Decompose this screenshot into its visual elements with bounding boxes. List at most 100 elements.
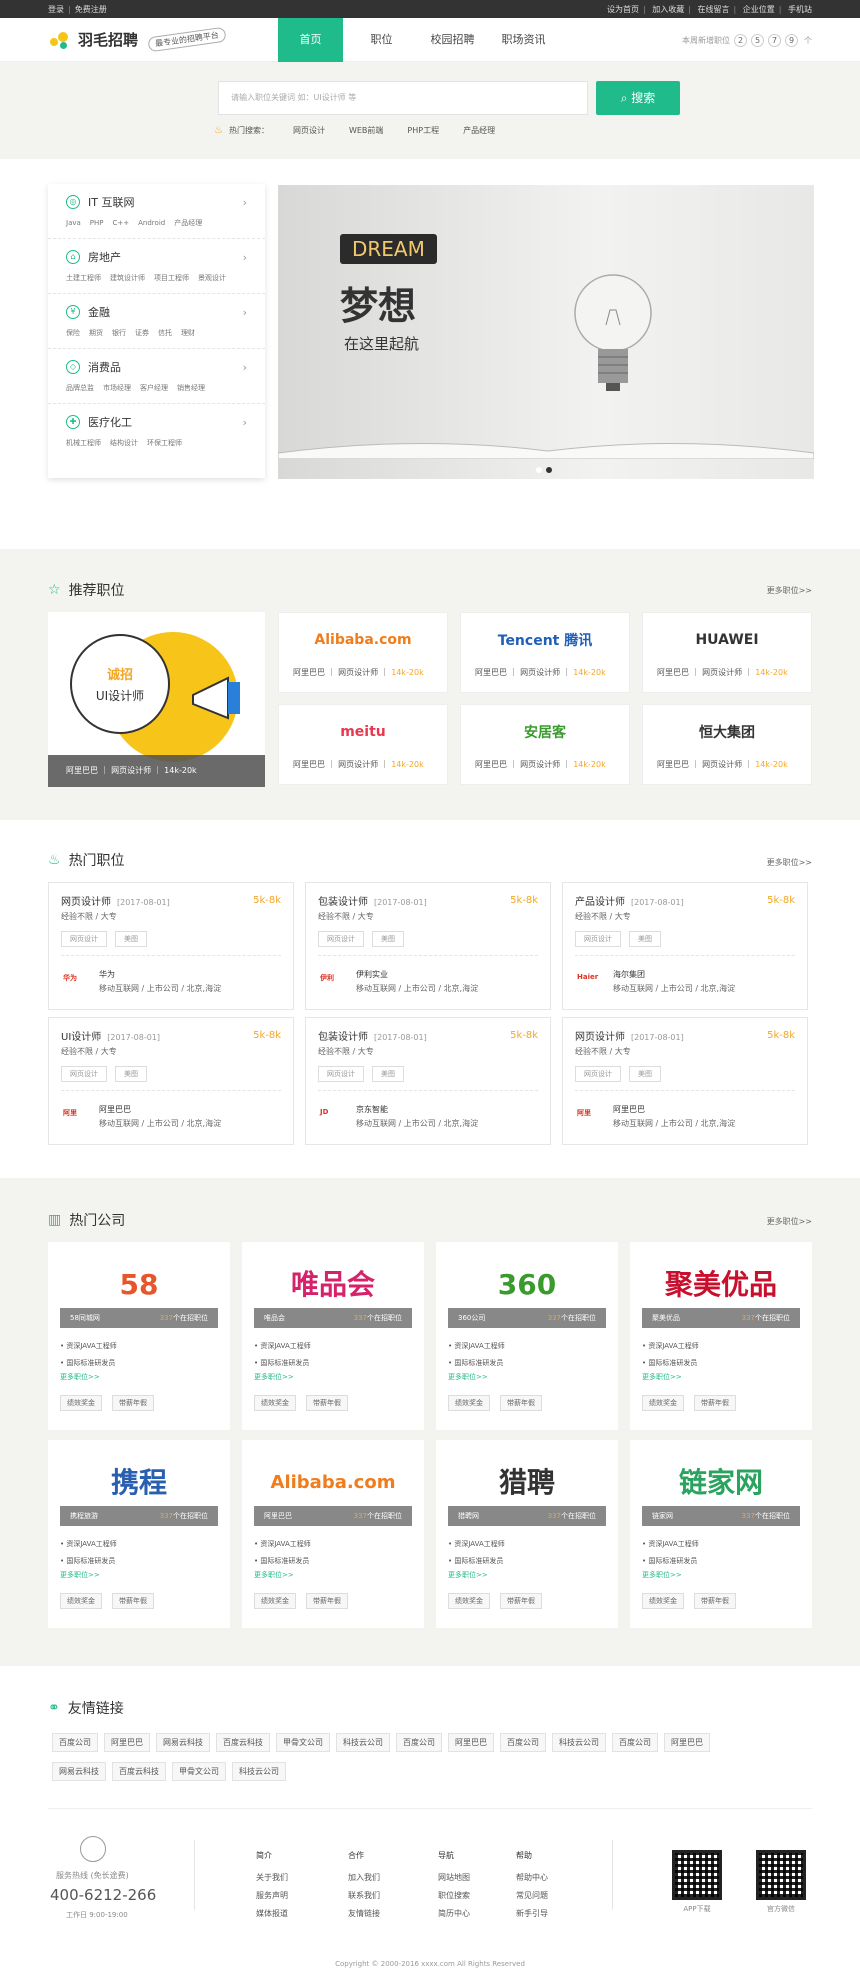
job-title[interactable]: UI设计师 [61, 1032, 101, 1043]
category-sub-link[interactable]: 信托 [158, 329, 172, 337]
company-more-link[interactable]: 更多职位>> [448, 1570, 488, 1580]
category-sub-link[interactable]: 结构设计 [110, 439, 138, 447]
category-sub-link[interactable]: 产品经理 [174, 219, 202, 227]
companies-more-link[interactable]: 更多职位>> [767, 1216, 812, 1227]
category-sub-link[interactable]: 银行 [112, 329, 126, 337]
mobile-link[interactable]: 手机站 [788, 5, 812, 14]
friend-link[interactable]: 甲骨文公司 [276, 1733, 330, 1752]
company-name[interactable]: 京东智能 [356, 1104, 388, 1115]
login-link[interactable]: 登录 [48, 5, 64, 14]
friend-link[interactable]: 百度云科技 [216, 1733, 270, 1752]
category-sub-link[interactable]: 证券 [135, 329, 149, 337]
company-more-link[interactable]: 更多职位>> [642, 1372, 682, 1382]
footer-link[interactable]: 关于我们 [256, 1869, 288, 1887]
category-item[interactable]: ✚ 医疗化工 机械工程师 结构设计 环保工程师 › [48, 404, 265, 459]
footer-link[interactable]: 职位搜索 [438, 1887, 470, 1905]
hot-search-term[interactable]: 网页设计 [293, 125, 325, 136]
nav-home[interactable]: 首页 [278, 17, 343, 62]
friend-link[interactable]: 科技云公司 [336, 1733, 390, 1752]
hero-banner[interactable]: DREAM 梦想 在这里起航 [278, 185, 814, 479]
company-job-item[interactable]: • 资深JAVA工程师 [448, 1338, 505, 1355]
recommend-job-card[interactable]: 恒大集团 阿里巴巴 ｜ 网页设计师 ｜ 14k-20k [642, 704, 812, 785]
category-item[interactable]: ◎ IT 互联网 Java PHP C++ Android 产品经理 › [48, 184, 265, 239]
job-title[interactable]: 产品设计师 [575, 897, 625, 908]
company-job-item[interactable]: • 资深JAVA工程师 [60, 1338, 117, 1355]
friend-link[interactable]: 百度公司 [396, 1733, 442, 1752]
company-more-link[interactable]: 更多职位>> [448, 1372, 488, 1382]
job-title[interactable]: 包装设计师 [318, 1032, 368, 1043]
category-sub-link[interactable]: 建筑设计师 [110, 274, 145, 282]
category-sub-link[interactable]: 理财 [181, 329, 195, 337]
company-job-item[interactable]: • 资深JAVA工程师 [642, 1536, 699, 1553]
company-name[interactable]: 阿里巴巴 [613, 1104, 645, 1115]
friend-link[interactable]: 阿里巴巴 [448, 1733, 494, 1752]
category-sub-link[interactable]: 环保工程师 [147, 439, 182, 447]
category-sub-link[interactable]: Java [66, 219, 81, 227]
company-card[interactable]: Alibaba.com 阿里巴巴 337个在招职位 • 资深JAVA工程师 • 国际标准… [242, 1440, 424, 1628]
company-more-link[interactable]: 更多职位>> [60, 1372, 100, 1382]
hot-jobs-more-link[interactable]: 更多职位>> [767, 857, 812, 868]
company-job-item[interactable]: • 资深JAVA工程师 [60, 1536, 117, 1553]
category-sub-link[interactable]: 景观设计 [198, 274, 226, 282]
recommend-job-card[interactable]: Tencent 腾讯 阿里巴巴 ｜ 网页设计师 ｜ 14k-20k [460, 612, 630, 693]
footer-link[interactable]: 服务声明 [256, 1887, 288, 1905]
company-more-link[interactable]: 更多职位>> [60, 1570, 100, 1580]
category-sub-link[interactable]: Android [138, 219, 165, 227]
friend-link[interactable]: 阿里巴巴 [104, 1733, 150, 1752]
recommend-job-card[interactable]: HUAWEI 阿里巴巴 ｜ 网页设计师 ｜ 14k-20k [642, 612, 812, 693]
company-name[interactable]: 阿里巴巴 [99, 1104, 131, 1115]
category-sub-link[interactable]: 销售经理 [177, 384, 205, 392]
friend-link[interactable]: 甲骨文公司 [172, 1762, 226, 1781]
footer-link[interactable]: 常见问题 [516, 1887, 548, 1905]
footer-link[interactable]: 网站地图 [438, 1869, 470, 1887]
hot-job-card[interactable]: 网页设计师 [2017-08-01] 5k-8k 经验不限 / 大专 网页设计 美图 华为 华… [48, 882, 294, 1010]
company-more-link[interactable]: 更多职位>> [254, 1570, 294, 1580]
category-sub-link[interactable]: 项目工程师 [154, 274, 189, 282]
friend-link[interactable]: 网易云科技 [156, 1733, 210, 1752]
company-card[interactable]: 携程 携程旅游 337个在招职位 • 资深JAVA工程师 • 国际标准研发员 更多职位>>… [48, 1440, 230, 1628]
search-button[interactable]: ⌕ 搜索 [596, 81, 680, 115]
company-job-item[interactable]: • 国际标准研发员 [60, 1355, 117, 1372]
footer-link[interactable]: 加入我们 [348, 1869, 380, 1887]
hot-job-card[interactable]: 产品设计师 [2017-08-01] 5k-8k 经验不限 / 大专 网页设计 美图 Hai… [562, 882, 808, 1010]
company-job-item[interactable]: • 资深JAVA工程师 [254, 1338, 311, 1355]
footer-link[interactable]: 简历中心 [438, 1905, 470, 1923]
category-item[interactable]: ⌂ 房地产 土建工程师 建筑设计师 项目工程师 景观设计 › [48, 239, 265, 294]
hot-search-term[interactable]: 产品经理 [463, 125, 495, 136]
message-link[interactable]: 在线留言 [698, 5, 730, 14]
job-title[interactable]: 网页设计师 [61, 897, 111, 908]
category-sub-link[interactable]: 土建工程师 [66, 274, 101, 282]
company-job-item[interactable]: • 资深JAVA工程师 [254, 1536, 311, 1553]
company-card[interactable]: 360 360公司 337个在招职位 • 资深JAVA工程师 • 国际标准研发员 更多职位… [436, 1242, 618, 1430]
company-more-link[interactable]: 更多职位>> [642, 1570, 682, 1580]
company-card[interactable]: 58 58同城网 337个在招职位 • 资深JAVA工程师 • 国际标准研发员 更多职位>… [48, 1242, 230, 1430]
friend-link[interactable]: 阿里巴巴 [664, 1733, 710, 1752]
logo[interactable]: 羽毛招聘 最专业的招聘平台 [48, 26, 278, 53]
company-name[interactable]: 华为 [99, 969, 115, 980]
footer-link[interactable]: 帮助中心 [516, 1869, 548, 1887]
hot-search-term[interactable]: PHP工程 [407, 125, 439, 136]
footer-link[interactable]: 新手引导 [516, 1905, 548, 1923]
search-input[interactable]: 请输入职位关键词 如：UI设计师 等 [218, 81, 588, 115]
company-card[interactable]: 聚美优品 聚美优品 337个在招职位 • 资深JAVA工程师 • 国际标准研发员 更多职位… [630, 1242, 812, 1430]
friend-link[interactable]: 百度公司 [500, 1733, 546, 1752]
category-sub-link[interactable]: C++ [113, 219, 130, 227]
company-job-item[interactable]: • 国际标准研发员 [448, 1553, 505, 1570]
hot-job-card[interactable]: UI设计师 [2017-08-01] 5k-8k 经验不限 / 大专 网页设计 美图 阿里 阿… [48, 1017, 294, 1145]
friend-link[interactable]: 百度公司 [612, 1733, 658, 1752]
recommend-more-link[interactable]: 更多职位>> [767, 585, 812, 596]
category-sub-link[interactable]: 市场经理 [103, 384, 131, 392]
company-job-item[interactable]: • 国际标准研发员 [642, 1553, 699, 1570]
category-sub-link[interactable]: 客户经理 [140, 384, 168, 392]
category-sub-link[interactable]: 保险 [66, 329, 80, 337]
company-name[interactable]: 伊利实业 [356, 969, 388, 980]
featured-job-card[interactable]: 诚招 UI设计师 阿里巴巴 ｜ 网页设计师 ｜ 14k-20k [48, 612, 265, 787]
friend-link[interactable]: 科技云公司 [232, 1762, 286, 1781]
nav-news[interactable]: 职场资讯 [491, 18, 556, 62]
category-item[interactable]: ¥ 金融 保险 期货 银行 证券 信托 理财 › [48, 294, 265, 349]
nav-campus[interactable]: 校园招聘 [420, 18, 485, 62]
company-job-item[interactable]: • 国际标准研发员 [448, 1355, 505, 1372]
hot-search-term[interactable]: WEB前端 [349, 125, 383, 136]
recommend-job-card[interactable]: meitu 阿里巴巴 ｜ 网页设计师 ｜ 14k-20k [278, 704, 448, 785]
category-sub-link[interactable]: 品牌总监 [66, 384, 94, 392]
